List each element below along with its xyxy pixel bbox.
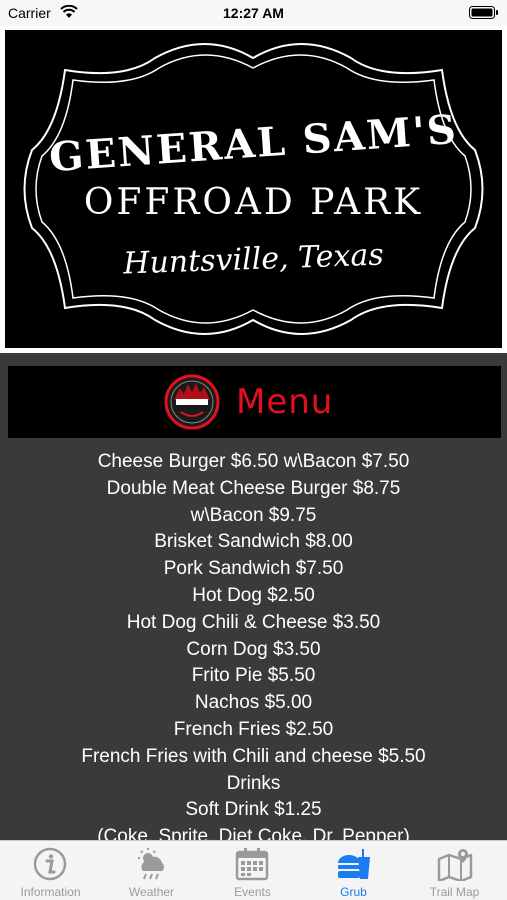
tab-grub[interactable]: Grub xyxy=(303,841,404,900)
menu-item: Hot Dog $2.50 xyxy=(192,584,315,606)
tab-bar: Information Weather Events Grub Trail Ma… xyxy=(0,840,507,900)
menu-item: Cheese Burger $6.50 w\Bacon $7.50 xyxy=(97,451,410,472)
status-time: 12:27 AM xyxy=(223,5,284,21)
menu-item: French Fries $2.50 xyxy=(173,718,334,740)
menu-item: Frito Pie $5.50 xyxy=(191,665,316,687)
header-banner: GENERAL SAM'S OFFROAD PARK Huntsville, T… xyxy=(0,26,507,353)
info-icon xyxy=(33,847,67,881)
status-bar: Carrier 12:27 AM xyxy=(0,0,507,26)
menu-header: Menu xyxy=(8,366,501,438)
battery-icon xyxy=(469,6,499,24)
calendar-icon xyxy=(235,848,269,881)
tab-events[interactable]: Events xyxy=(202,841,303,900)
menu-item: Nachos $5.00 xyxy=(194,692,313,714)
tab-label-events: Events xyxy=(234,885,271,899)
tab-information[interactable]: Information xyxy=(0,841,101,900)
menu-item: Soft Drink $1.25 xyxy=(185,799,322,821)
tab-label-weather: Weather xyxy=(128,885,175,899)
tab-weather[interactable]: Weather xyxy=(101,841,202,900)
tab-label-grub: Grub xyxy=(340,885,367,899)
menu-title: Menu xyxy=(236,382,334,422)
burger-icon xyxy=(338,849,370,879)
tab-label-information: Information xyxy=(20,885,81,899)
grill-logo-icon xyxy=(164,374,220,435)
map-icon xyxy=(437,849,473,881)
tab-label-trail-map: Trail Map xyxy=(429,885,480,899)
menu-item: Pork Sandwich $7.50 xyxy=(163,558,344,580)
menu-item: French Fries with Chili and cheese $5.50 xyxy=(81,745,426,767)
menu-item: (Coke, Sprite, Diet Coke, Dr. Pepper) xyxy=(97,826,410,840)
menu-item: Drinks xyxy=(226,772,281,794)
weather-icon xyxy=(138,848,164,880)
menu-item: Double Meat Cheese Burger $8.75 xyxy=(106,477,401,499)
menu-item: Hot Dog Chili & Cheese $3.50 xyxy=(126,611,381,633)
tab-trail-map[interactable]: Trail Map xyxy=(404,841,505,900)
logo-subtitle: OFFROAD PARK xyxy=(83,182,424,223)
park-logo: GENERAL SAM'S OFFROAD PARK Huntsville, T… xyxy=(5,30,502,348)
menu-item: Corn Dog $3.50 xyxy=(186,638,321,660)
menu-item: w\Bacon $9.75 xyxy=(190,504,317,526)
menu-item: Brisket Sandwich $8.00 xyxy=(154,531,353,553)
menu-list[interactable]: Cheese Burger $6.50 w\Bacon $7.50 Double … xyxy=(0,449,507,840)
